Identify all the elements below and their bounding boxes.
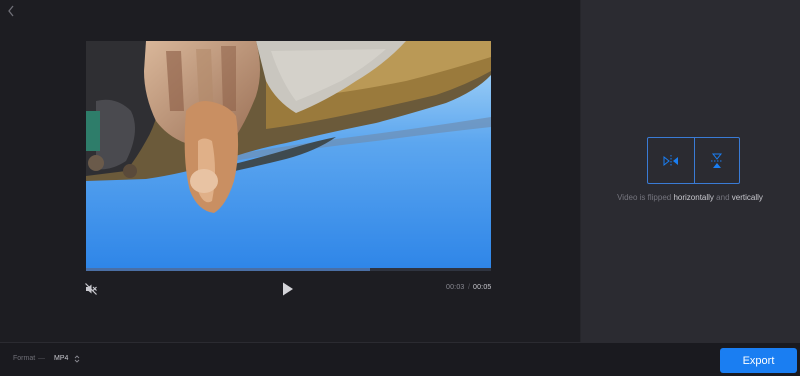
mute-icon	[85, 283, 97, 295]
progress-fill	[86, 268, 370, 271]
flip-button-group	[647, 137, 740, 184]
export-button[interactable]: Export	[720, 348, 797, 373]
flip-horizontal-button[interactable]	[648, 138, 694, 183]
duration-time: 00:05	[473, 284, 492, 291]
back-button[interactable]	[4, 4, 18, 18]
flip-vertical-icon	[710, 153, 723, 168]
format-label: Format	[13, 355, 36, 362]
flip-status-conjunction: and	[716, 193, 730, 202]
play-icon	[283, 282, 293, 296]
flip-status-vertical: vertically	[731, 193, 763, 202]
play-button[interactable]	[281, 281, 295, 297]
progress-bar[interactable]	[86, 268, 491, 271]
flip-status-prefix: Video is flipped	[617, 193, 672, 202]
flip-vertical-button[interactable]	[693, 138, 740, 183]
bottom-bar	[0, 342, 800, 376]
format-select-value[interactable]: MP4	[54, 355, 68, 362]
select-chevrons-icon[interactable]	[74, 354, 80, 364]
current-time: 00:03	[446, 284, 465, 291]
flip-status-text: Video is flipped horizontally and vertic…	[590, 193, 790, 202]
flip-horizontal-icon	[663, 154, 678, 167]
video-frame	[86, 41, 491, 268]
flip-status-horizontal: horizontally	[673, 193, 714, 202]
video-preview[interactable]	[86, 41, 491, 268]
mute-button[interactable]	[84, 282, 98, 296]
time-separator: /	[468, 284, 471, 291]
back-chevron-icon	[8, 5, 14, 17]
editor-area: 00:03 / 00:05	[0, 0, 580, 342]
format-dash: —	[38, 355, 45, 362]
